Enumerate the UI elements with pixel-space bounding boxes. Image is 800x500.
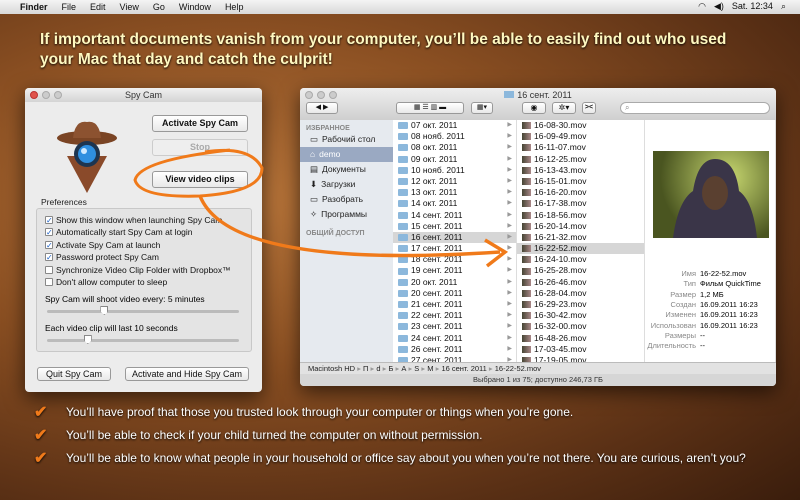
bullet-item: ✔ You’ll be able to know what people in y… (34, 450, 774, 467)
bullet-item: ✔ You’ll be able to check if your child t… (34, 427, 774, 444)
bullet-text: You’ll be able to know what people in yo… (66, 451, 746, 465)
checkmark-icon: ✔ (34, 427, 48, 444)
bullet-text: You’ll be able to check if your child tu… (66, 428, 483, 442)
feature-bullets: ✔ You’ll have proof that those you truste… (34, 405, 774, 474)
checkmark-icon: ✔ (34, 450, 48, 467)
bullet-item: ✔ You’ll have proof that those you truste… (34, 404, 774, 421)
bullet-text: You’ll have proof that those you trusted… (66, 405, 574, 419)
checkmark-icon: ✔ (34, 404, 48, 421)
